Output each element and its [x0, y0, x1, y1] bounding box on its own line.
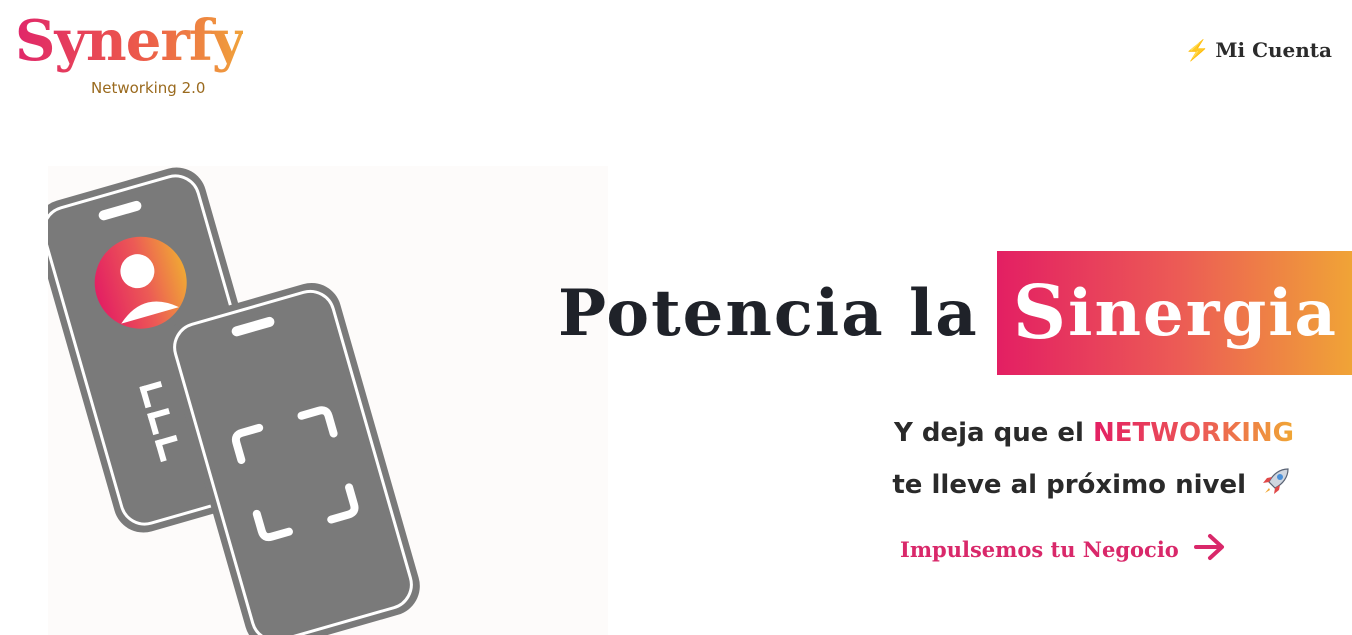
phone-front	[166, 282, 420, 635]
hero-illustration	[48, 166, 608, 635]
logo[interactable]: Synerfy Networking 2.0	[15, 8, 275, 98]
hero-subtitle-line2-text: te lleve al próximo nivel	[892, 469, 1246, 500]
hero-title-highlight-initial: S	[1012, 270, 1069, 356]
hero-title-plain: Potencia la	[558, 275, 979, 351]
logo-tagline: Networking 2.0	[91, 79, 206, 97]
hero-title: Potencia la Sinergia	[558, 251, 1352, 375]
cta-button[interactable]: Impulsemos tu Negocio	[900, 532, 1227, 567]
account-label: Mi Cuenta	[1215, 38, 1332, 62]
arrow-right-icon	[1193, 532, 1227, 567]
cta-label: Impulsemos tu Negocio	[900, 537, 1179, 562]
hero-title-highlight: Sinergia	[996, 251, 1352, 375]
hero-subtitle-emphasis: NETWORKING	[1093, 418, 1294, 448]
account-link[interactable]: ⚡ Mi Cuenta	[1184, 38, 1332, 62]
hero-subtitle-line2: te lleve al próximo nivel	[892, 463, 1294, 506]
hero-subtitle-line1: Y deja que el NETWORKING	[894, 418, 1294, 448]
lightning-icon: ⚡	[1184, 38, 1210, 62]
hero-title-highlight-rest: inergia	[1068, 275, 1338, 351]
hero-subtitle-pre: Y deja que el	[893, 418, 1084, 448]
logo-wordmark: Synerfy	[15, 8, 244, 74]
rocket-icon	[1258, 463, 1294, 506]
